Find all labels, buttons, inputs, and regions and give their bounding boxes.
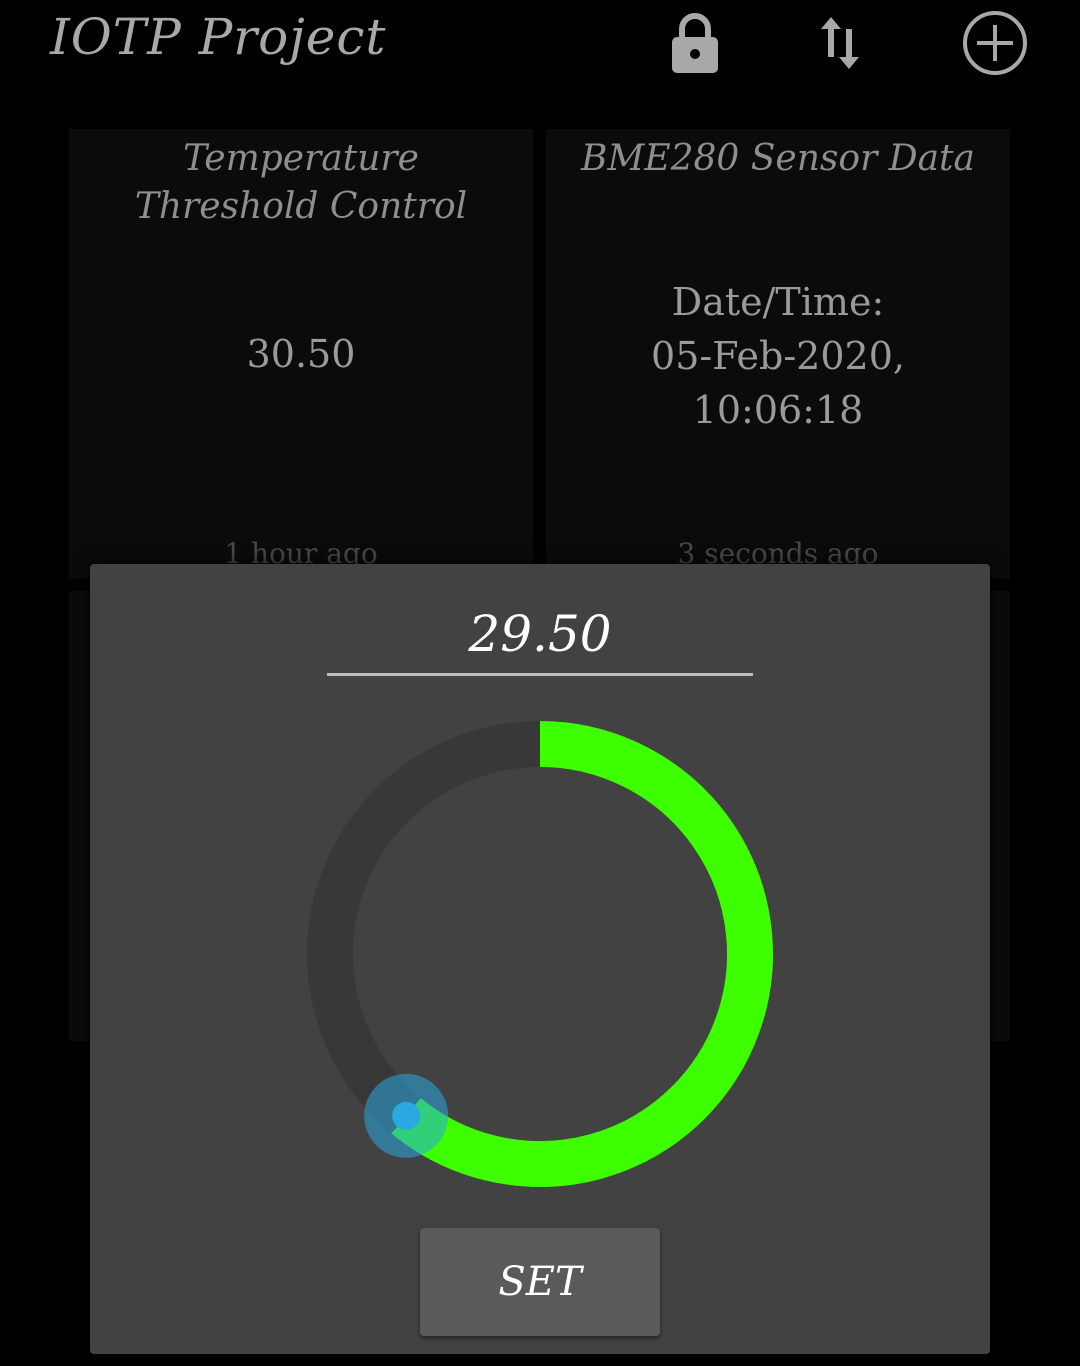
tile-title-line: Threshold Control bbox=[134, 186, 468, 227]
set-button[interactable]: SET bbox=[420, 1228, 660, 1336]
tile-title: Temperature Threshold Control bbox=[69, 135, 533, 231]
tile-title: BME280 Sensor Data bbox=[546, 135, 1010, 183]
sort-arrows-icon bbox=[821, 17, 859, 69]
tile-bme280-sensor-data[interactable]: BME280 Sensor Data Date/Time: 05-Feb-202… bbox=[546, 129, 1010, 579]
sort-button[interactable] bbox=[805, 8, 875, 78]
lock-icon bbox=[672, 13, 718, 73]
tile-value: 30.50 bbox=[246, 332, 356, 376]
tile-value-line: 10:06:18 bbox=[692, 388, 864, 432]
tile-value-line: Date/Time: bbox=[671, 280, 885, 324]
tile-value: Date/Time: 05-Feb-2020, 10:06:18 bbox=[546, 275, 1010, 437]
lock-button[interactable] bbox=[660, 8, 730, 78]
add-button[interactable] bbox=[960, 8, 1030, 78]
value-underline bbox=[327, 673, 753, 676]
add-circle-icon bbox=[963, 11, 1027, 75]
tile-temperature-threshold[interactable]: Temperature Threshold Control 30.50 1 ho… bbox=[69, 129, 533, 579]
threshold-value-display[interactable]: 29.50 bbox=[327, 594, 753, 674]
tile-value-line: 05-Feb-2020, bbox=[651, 334, 905, 378]
threshold-dialog: 29.50 SET bbox=[90, 564, 990, 1354]
tile-title-line: BME280 Sensor Data bbox=[581, 138, 975, 179]
app-title: IOTP Project bbox=[50, 8, 387, 66]
circular-knob[interactable] bbox=[300, 714, 780, 1194]
top-app-bar: IOTP Project bbox=[0, 0, 1080, 120]
knob-active-arc bbox=[391, 721, 773, 1187]
knob-thumb[interactable] bbox=[392, 1101, 421, 1130]
tile-title-line: Temperature bbox=[183, 138, 419, 179]
